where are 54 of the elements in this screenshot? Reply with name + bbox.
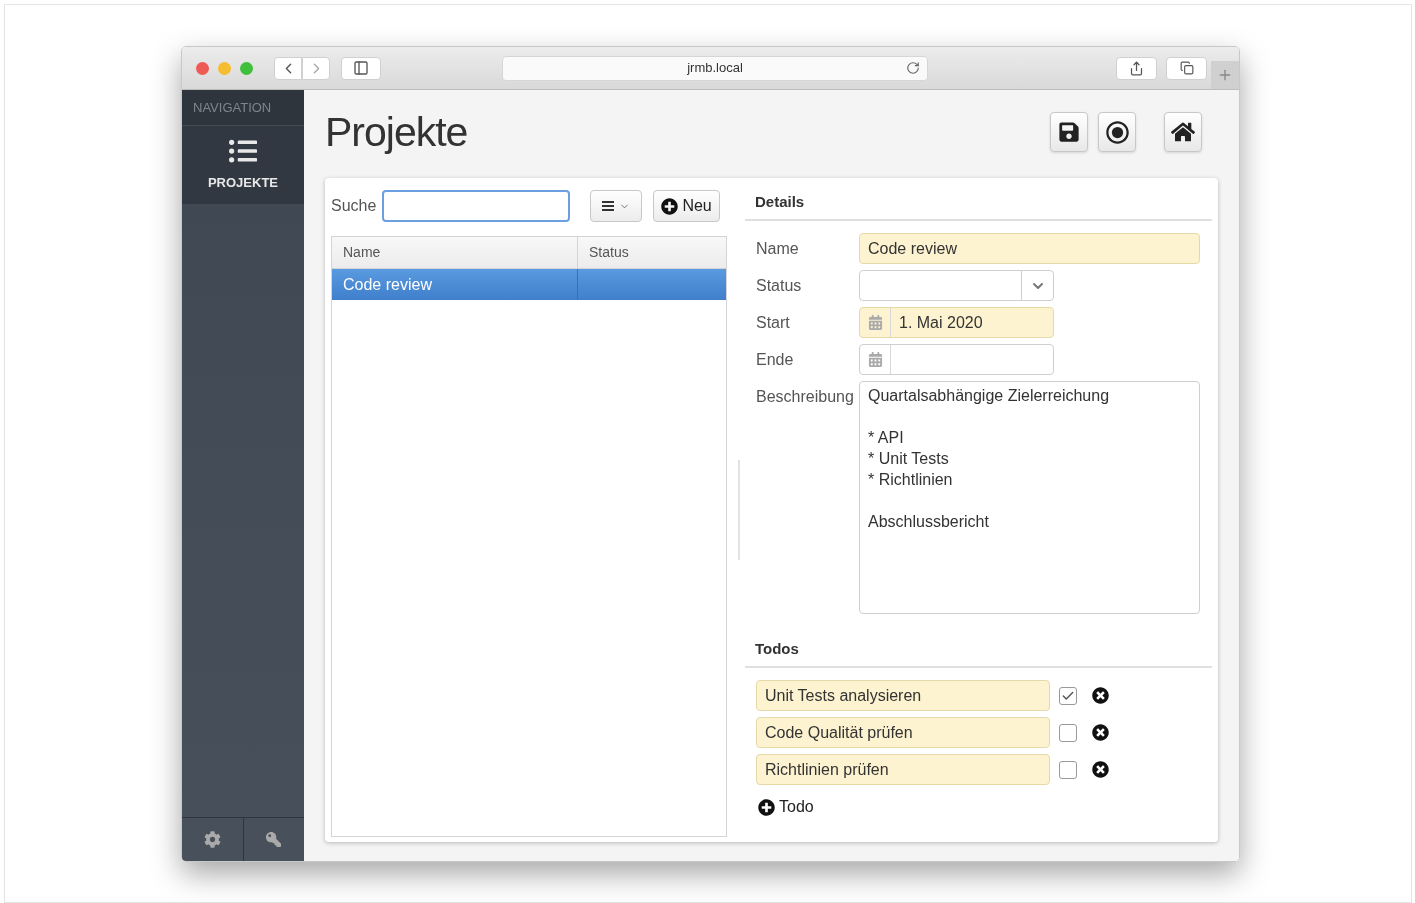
- sidebar-item[interactable]: PROJEKTE: [182, 126, 304, 204]
- menu-icon: [602, 201, 615, 211]
- url-text: jrmb.local: [687, 59, 743, 78]
- checkbox[interactable]: [1059, 760, 1077, 779]
- description-field[interactable]: Quartalsabhängige Zielerreichung * API * Unit Tests * Richtlinien Abschlussbericht: [859, 381, 1200, 614]
- reload-icon[interactable]: [906, 61, 920, 75]
- share-icon: [1129, 60, 1144, 76]
- tabs-button[interactable]: [1166, 56, 1207, 80]
- checkbox[interactable]: [1059, 686, 1077, 705]
- delete-icon[interactable]: [1092, 761, 1109, 778]
- plus-icon: [1217, 67, 1233, 83]
- name-field[interactable]: Code review: [859, 233, 1200, 264]
- column-header[interactable]: Name: [332, 237, 578, 268]
- menu-dropdown-button[interactable]: [590, 190, 643, 222]
- date-value: 1. Mai 2020: [898, 312, 984, 333]
- section-heading: Todos: [755, 640, 799, 657]
- home-button[interactable]: [1164, 112, 1202, 152]
- field-label: Name: [756, 239, 800, 259]
- home-icon: [1171, 120, 1195, 144]
- todo-field[interactable]: Code Qualität prüfen: [756, 717, 1050, 748]
- date-field[interactable]: [859, 344, 1054, 375]
- field-label: Beschreibung: [756, 387, 855, 407]
- save-button[interactable]: [1050, 112, 1088, 152]
- address-bar[interactable]: jrmb.local: [502, 55, 928, 81]
- todo-field[interactable]: Unit Tests analysieren: [756, 680, 1050, 711]
- tabs-icon: [1179, 61, 1194, 75]
- sidebar-icon: [353, 60, 369, 76]
- sidebar-toggle-button[interactable]: [341, 56, 381, 80]
- new-button[interactable]: Neu: [653, 190, 720, 222]
- key-icon: [266, 832, 282, 847]
- calendar-icon: [867, 352, 883, 367]
- add-todo-button[interactable]: Todo: [758, 795, 814, 819]
- section-heading: Details: [755, 193, 805, 210]
- delete-icon[interactable]: [1092, 687, 1109, 704]
- maximize-window-icon[interactable]: [240, 61, 253, 75]
- sidebar-heading: NAVIGATION: [193, 98, 272, 117]
- close-window-icon[interactable]: [196, 61, 209, 75]
- column-header[interactable]: Status: [578, 237, 726, 268]
- calendar-icon: [867, 315, 883, 330]
- share-button[interactable]: [1116, 56, 1157, 80]
- field-label: Ende: [756, 350, 795, 370]
- todo-field[interactable]: Richtlinien prüfen: [756, 754, 1050, 785]
- table-cell: Code review: [332, 269, 578, 300]
- settings-icon: [203, 831, 221, 848]
- refresh-button[interactable]: [1098, 112, 1136, 152]
- search-field[interactable]: [382, 190, 571, 222]
- page-title: Projekte: [325, 108, 468, 157]
- back-button[interactable]: [274, 56, 302, 80]
- delete-icon[interactable]: [1092, 724, 1109, 741]
- search-label: Suche: [331, 196, 377, 216]
- field-label: Status: [756, 276, 803, 296]
- field-label: Start: [756, 313, 791, 333]
- checkbox[interactable]: [1059, 723, 1077, 742]
- date-field[interactable]: 1. Mai 2020: [859, 307, 1054, 338]
